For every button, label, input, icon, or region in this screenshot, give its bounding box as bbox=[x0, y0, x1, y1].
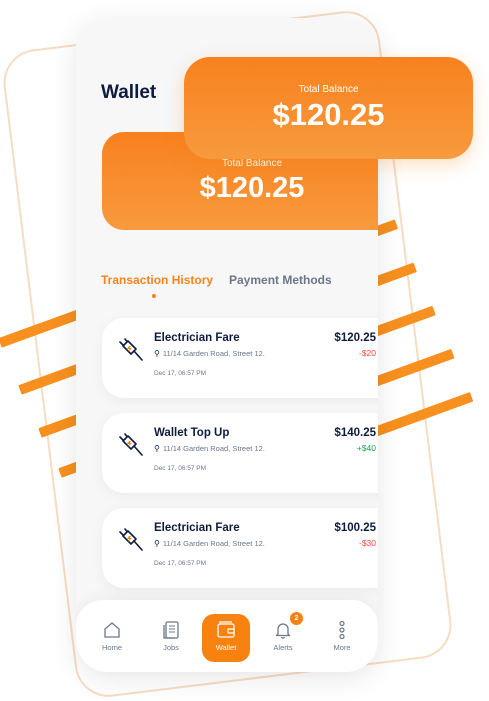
address-text: 11/14 Garden Road, Street 12. bbox=[162, 349, 265, 358]
transaction-change: -$20 bbox=[358, 348, 376, 358]
jobs-icon bbox=[163, 621, 179, 639]
active-tab-indicator bbox=[152, 294, 156, 298]
transaction-date: Dec 17, 06:57 PM bbox=[154, 465, 207, 472]
address-text: 11/14 Garden Road, Street 12. bbox=[162, 444, 265, 453]
electric-plug-icon bbox=[119, 338, 143, 361]
transaction-address: ⚲ 11/14 Garden Road, Street 12. bbox=[154, 539, 265, 548]
wallet-icon bbox=[217, 621, 235, 638]
nav-more[interactable]: More bbox=[318, 614, 366, 662]
electric-plug-icon bbox=[119, 528, 143, 551]
nav-wallet[interactable]: Wallet bbox=[202, 614, 250, 662]
transaction-title: Electrician Fare bbox=[154, 332, 240, 344]
address-text: 11/14 Garden Road, Street 12. bbox=[162, 539, 265, 548]
transaction-title: Wallet Top Up bbox=[154, 427, 230, 439]
tab-payment-methods[interactable]: Payment Methods bbox=[229, 273, 332, 287]
balance-amount: $120.25 bbox=[272, 97, 385, 132]
transaction-date: Dec 17, 06:57 PM bbox=[154, 370, 207, 377]
electric-plug-icon bbox=[119, 433, 143, 456]
location-pin-icon: ⚲ bbox=[154, 444, 160, 453]
transaction-amount: $100.25 bbox=[334, 522, 376, 534]
tab-transaction-history[interactable]: Transaction History bbox=[101, 273, 213, 287]
nav-jobs[interactable]: Jobs bbox=[147, 614, 195, 662]
page-title: Wallet bbox=[101, 82, 157, 103]
more-icon bbox=[339, 620, 345, 640]
nav-alerts[interactable]: 2 Alerts bbox=[259, 612, 307, 662]
nav-label: Home bbox=[101, 643, 122, 652]
balance-label: Total Balance bbox=[298, 84, 359, 95]
transaction-card[interactable]: Electrician Fare ⚲ 11/14 Garden Road, Str… bbox=[102, 318, 378, 398]
balance-amount: $120.25 bbox=[199, 172, 305, 204]
location-pin-icon: ⚲ bbox=[154, 539, 160, 548]
location-pin-icon: ⚲ bbox=[154, 349, 160, 358]
nav-label: More bbox=[333, 643, 351, 652]
transaction-address: ⚲ 11/14 Garden Road, Street 12. bbox=[154, 444, 265, 453]
bottom-nav: Home Jobs Wallet 2 Alerts More bbox=[76, 600, 378, 672]
nav-label: Jobs bbox=[163, 643, 179, 652]
alerts-badge: 2 bbox=[290, 612, 303, 625]
balance-card-floating: Total Balance $120.25 bbox=[184, 57, 473, 159]
transaction-change: +$40 bbox=[356, 443, 376, 453]
transaction-amount: $140.25 bbox=[334, 427, 376, 439]
balance-label: Total Balance bbox=[221, 158, 283, 169]
transaction-address: ⚲ 11/14 Garden Road, Street 12. bbox=[154, 349, 265, 358]
nav-home[interactable]: Home bbox=[88, 614, 136, 662]
transaction-date: Dec 17, 06:57 PM bbox=[154, 560, 207, 567]
nav-label: Wallet bbox=[215, 643, 237, 652]
transaction-card[interactable]: Wallet Top Up ⚲ 11/14 Garden Road, Street… bbox=[102, 413, 378, 493]
home-icon bbox=[104, 622, 120, 638]
transaction-amount: $120.25 bbox=[334, 332, 376, 344]
bell-icon bbox=[275, 623, 291, 639]
transaction-card[interactable]: Electrician Fare ⚲ 11/14 Garden Road, Str… bbox=[102, 508, 378, 588]
transaction-title: Electrician Fare bbox=[154, 522, 240, 534]
transaction-change: -$30 bbox=[358, 538, 376, 548]
nav-label: Alerts bbox=[273, 643, 293, 652]
